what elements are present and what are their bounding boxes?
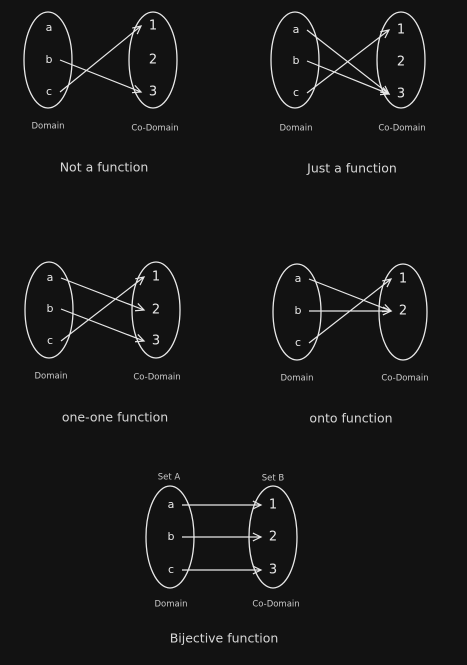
set-a-label: Set A <box>158 473 181 483</box>
codomain-element-2: 2 <box>399 304 407 319</box>
domain-label: Domain <box>281 374 314 384</box>
domain-element-a: a <box>168 498 175 511</box>
codomain-element-3: 3 <box>397 87 405 102</box>
diagram-not-a-function: a b c 1 2 3 Domain Co-Domain Not a function <box>23 11 179 175</box>
codomain-element-2: 2 <box>149 53 157 68</box>
domain-element-a: a <box>295 272 302 285</box>
codomain-element-1: 1 <box>152 270 160 285</box>
codomain-element-2: 2 <box>152 303 160 318</box>
codomain-element-3: 3 <box>152 334 160 349</box>
diagram-just-a-function: a b c 1 2 3 Domain Co-Domain Just a function <box>270 11 426 176</box>
domain-element-a: a <box>47 271 54 284</box>
domain-element-a: a <box>293 23 300 36</box>
function-types-diagram: a b c 1 2 3 Domain Co-Domain Not a function a b c 1 2… <box>23 11 429 646</box>
codomain-label: Co-Domain <box>378 124 425 134</box>
diagram-one-one-function: a b c 1 2 3 Domain Co-Domain one-one function <box>24 261 181 425</box>
caption-one-one-function: one-one function <box>62 410 168 425</box>
caption-not-a-function: Not a function <box>60 160 149 175</box>
domain-element-b: b <box>293 54 300 67</box>
caption-just-a-function: Just a function <box>306 161 397 176</box>
codomain-element-3: 3 <box>269 563 277 578</box>
codomain-label: Co-Domain <box>133 373 180 383</box>
codomain-label: Co-Domain <box>252 600 299 610</box>
domain-element-b: b <box>46 53 53 66</box>
domain-element-c: c <box>47 334 53 347</box>
codomain-element-3: 3 <box>149 85 157 100</box>
codomain-label: Co-Domain <box>381 374 428 384</box>
codomain-element-1: 1 <box>399 272 407 287</box>
codomain-label: Co-Domain <box>131 124 178 134</box>
codomain-element-1: 1 <box>397 23 405 38</box>
domain-element-b: b <box>47 302 54 315</box>
domain-element-c: c <box>168 563 174 576</box>
domain-element-c: c <box>293 86 299 99</box>
domain-element-c: c <box>46 85 52 98</box>
domain-element-a: a <box>46 21 53 34</box>
domain-element-b: b <box>295 304 302 317</box>
domain-element-c: c <box>295 336 301 349</box>
set-b-label: Set B <box>262 474 285 484</box>
domain-label: Domain <box>280 124 313 134</box>
caption-onto-function: onto function <box>309 411 392 426</box>
codomain-element-1: 1 <box>149 19 157 34</box>
codomain-element-1: 1 <box>269 498 277 513</box>
domain-label: Domain <box>32 122 65 132</box>
caption-bijective-function: Bijective function <box>170 631 279 646</box>
domain-element-b: b <box>168 530 175 543</box>
codomain-element-2: 2 <box>397 55 405 70</box>
domain-label: Domain <box>35 372 68 382</box>
codomain-element-2: 2 <box>269 530 277 545</box>
diagram-onto-function: a b c 1 2 Domain Co-Domain onto function <box>272 263 429 426</box>
diagram-bijective-function: a b c 1 2 3 Set A Set B Domain Co-Domain Bijective… <box>145 473 300 646</box>
domain-label: Domain <box>155 600 188 610</box>
